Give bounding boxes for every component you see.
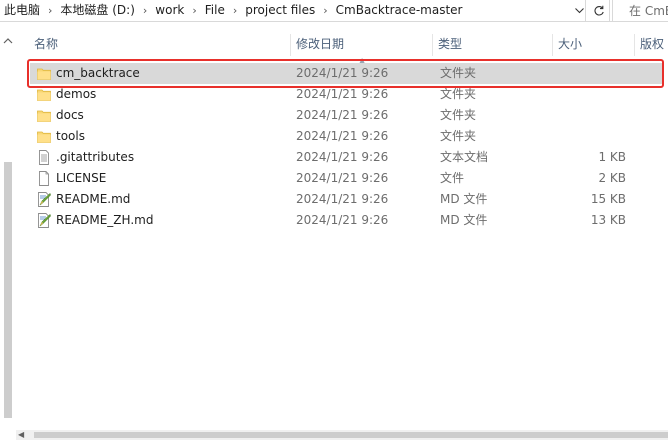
file-name: cm_backtrace <box>56 66 140 80</box>
file-row-tools[interactable]: tools 2024/1/21 9:26 文件夹 <box>30 126 664 147</box>
column-divider[interactable] <box>552 34 553 56</box>
file-name: LICENSE <box>56 171 107 185</box>
blank-file-icon <box>39 171 49 186</box>
file-row-demos[interactable]: demos 2024/1/21 9:26 文件夹 <box>30 84 664 105</box>
column-divider[interactable] <box>290 34 291 56</box>
file-name: README.md <box>56 192 131 206</box>
column-header-version[interactable]: 版权 <box>636 32 668 57</box>
file-type: 文件 <box>440 171 465 185</box>
file-type: 文件夹 <box>440 129 477 143</box>
search-input[interactable]: 在 CmBacktrace-master 中搜索 <box>612 0 668 21</box>
breadcrumb-separator-icon[interactable]: › <box>188 0 200 21</box>
breadcrumb-this-pc[interactable]: 此电脑 <box>0 0 44 21</box>
column-header-type[interactable]: 类型 <box>434 32 552 57</box>
refresh-icon <box>594 5 604 15</box>
file-size: 13 KB <box>590 213 626 227</box>
column-header-name[interactable]: 名称 <box>30 32 292 57</box>
file-date: 2024/1/21 9:26 <box>296 129 389 143</box>
file-date: 2024/1/21 9:26 <box>296 87 389 101</box>
column-header-modified[interactable]: 修改日期 <box>292 32 432 57</box>
file-size: 1 KB <box>598 150 626 164</box>
file-type: 文件夹 <box>440 108 477 122</box>
file-name: .gitattributes <box>56 150 135 164</box>
column-divider[interactable] <box>432 34 433 56</box>
breadcrumb-separator-icon[interactable]: › <box>139 0 151 21</box>
breadcrumb[interactable]: 此电脑 › 本地磁盘 (D:) › work › File › project … <box>0 0 586 21</box>
folder-icon <box>37 89 51 101</box>
refresh-button[interactable] <box>588 0 610 21</box>
folder-icon <box>37 68 51 80</box>
horizontal-scrollbar[interactable]: ◀ <box>16 430 668 440</box>
scroll-left-icon[interactable]: ◀ <box>18 431 24 439</box>
column-divider[interactable] <box>634 34 635 56</box>
file-type: MD 文件 <box>440 213 488 227</box>
file-size: 2 KB <box>598 171 626 185</box>
breadcrumb-cmbacktrace-master[interactable]: CmBacktrace-master <box>332 0 467 21</box>
breadcrumb-file[interactable]: File <box>201 0 229 21</box>
navigation-pane <box>0 22 16 440</box>
file-name: README_ZH.md <box>56 213 154 227</box>
breadcrumb-project-files[interactable]: project files <box>241 0 319 21</box>
text-file-icon <box>39 150 49 165</box>
column-header-row: ▲ 名称 修改日期 类型 大小 版权 <box>16 32 668 65</box>
file-date: 2024/1/21 9:26 <box>296 66 389 80</box>
breadcrumb-local-disk[interactable]: 本地磁盘 (D:) <box>56 0 138 21</box>
breadcrumb-separator-icon[interactable]: › <box>229 0 241 21</box>
markdown-file-icon <box>38 192 51 207</box>
chevron-down-icon <box>574 7 584 13</box>
file-date: 2024/1/21 9:26 <box>296 213 389 227</box>
file-name: tools <box>56 129 85 143</box>
file-date: 2024/1/21 9:26 <box>296 150 389 164</box>
file-row-readme[interactable]: README.md 2024/1/21 9:26 MD 文件 15 KB <box>30 189 664 210</box>
breadcrumb-separator-icon[interactable]: › <box>319 0 331 21</box>
file-type: 文本文档 <box>440 150 489 164</box>
file-name: docs <box>56 108 84 122</box>
markdown-file-icon <box>38 213 51 228</box>
folder-icon <box>37 110 51 122</box>
file-type: 文件夹 <box>440 66 477 80</box>
file-row-docs[interactable]: docs 2024/1/21 9:26 文件夹 <box>30 105 664 126</box>
column-header-size[interactable]: 大小 <box>554 32 634 57</box>
file-row-gitattributes[interactable]: .gitattributes 2024/1/21 9:26 文本文档 1 KB <box>30 147 664 168</box>
navigation-scrollbar-thumb[interactable] <box>4 162 12 418</box>
folder-icon <box>37 131 51 143</box>
file-row-license[interactable]: LICENSE 2024/1/21 9:26 文件 2 KB <box>30 168 664 189</box>
file-size: 15 KB <box>590 192 626 206</box>
breadcrumb-work[interactable]: work <box>151 0 188 21</box>
file-row-readme-zh[interactable]: README_ZH.md 2024/1/21 9:26 MD 文件 13 KB <box>30 210 664 231</box>
horizontal-scrollbar-thumb[interactable] <box>34 432 668 438</box>
file-date: 2024/1/21 9:26 <box>296 171 389 185</box>
file-name: demos <box>56 87 97 101</box>
address-bar: 此电脑 › 本地磁盘 (D:) › work › File › project … <box>0 0 668 22</box>
breadcrumb-separator-icon[interactable]: › <box>44 0 56 21</box>
address-history-button[interactable] <box>572 0 586 21</box>
file-date: 2024/1/21 9:26 <box>296 192 389 206</box>
file-row-cm-backtrace[interactable]: cm_backtrace 2024/1/21 9:26 文件夹 <box>30 63 664 84</box>
file-type: MD 文件 <box>440 192 488 206</box>
file-type: 文件夹 <box>440 87 477 101</box>
file-date: 2024/1/21 9:26 <box>296 108 389 122</box>
chevron-up-icon[interactable] <box>3 36 13 46</box>
